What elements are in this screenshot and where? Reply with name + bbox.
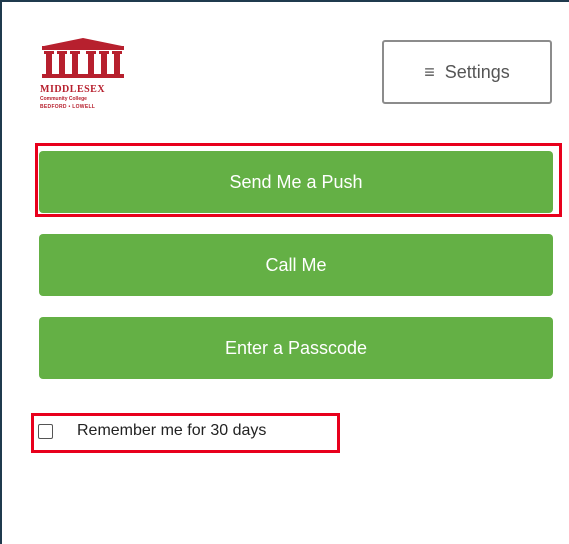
call-me-label: Call Me (265, 254, 327, 275)
settings-button[interactable]: ≡ Settings (382, 40, 552, 104)
enter-passcode-button[interactable]: Enter a Passcode (39, 317, 553, 379)
call-me-button[interactable]: Call Me (39, 234, 553, 296)
settings-label: Settings (444, 61, 510, 82)
college-logo: MIDDLESEX Community College BEDFORD • LO… (40, 38, 126, 118)
remember-me-checkbox[interactable] (38, 423, 53, 439)
duo-auth-panel: MIDDLESEX Community College BEDFORD • LO… (0, 0, 569, 544)
remember-me-row[interactable]: Remember me for 30 days (38, 422, 266, 440)
building-icon (42, 38, 124, 78)
logo-name: MIDDLESEX (40, 84, 106, 95)
send-push-button[interactable]: Send Me a Push (39, 151, 553, 213)
logo-subtitle: Community College (40, 96, 87, 102)
logo-locations: BEDFORD • LOWELL (40, 104, 96, 110)
send-push-label: Send Me a Push (229, 171, 363, 192)
menu-icon: ≡ (424, 61, 435, 82)
enter-passcode-label: Enter a Passcode (224, 337, 368, 358)
remember-me-label[interactable]: Remember me for 30 days (77, 422, 266, 440)
